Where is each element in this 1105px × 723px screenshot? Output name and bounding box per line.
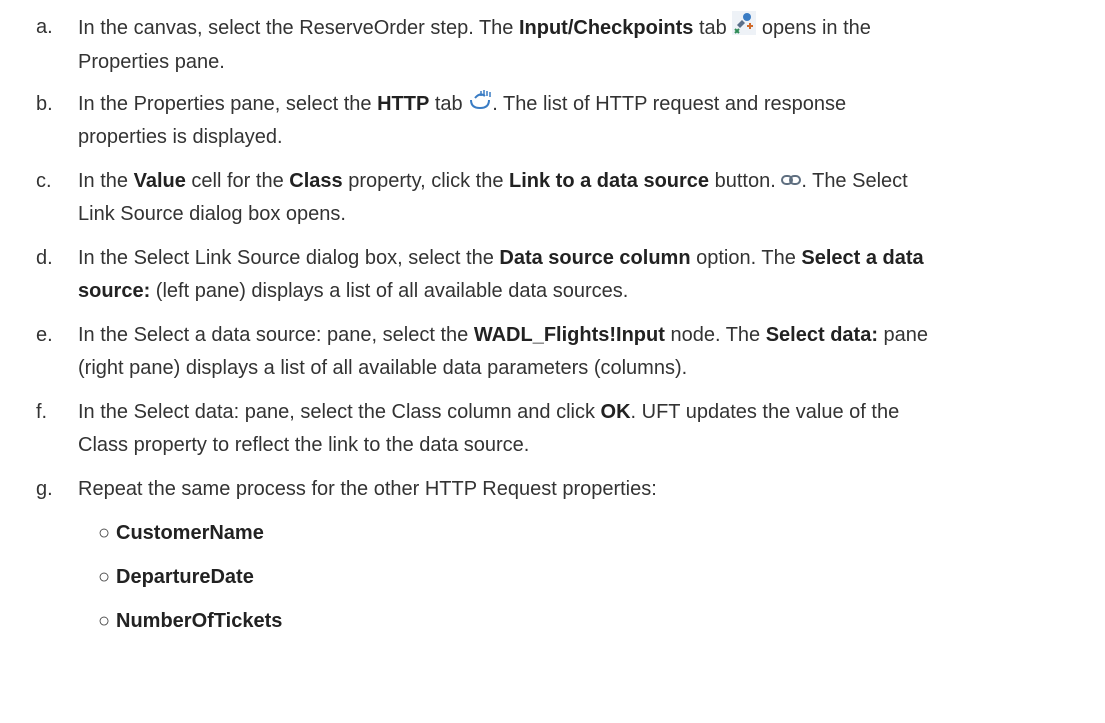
document: a. In the canvas, select the ReserveOrde… [0, 0, 1105, 723]
ui-term: Select data: [765, 324, 878, 346]
ui-term: Link to a data source [509, 170, 710, 192]
bullet-icon: ○ [98, 522, 111, 544]
ui-term: source: [78, 280, 151, 302]
link-chain-icon [781, 165, 802, 198]
input-checkpoints-icon [732, 11, 757, 46]
bullet-icon: ○ [98, 566, 111, 588]
step-letter: c. [36, 170, 52, 192]
list-item: ○ NumberOfTickets [98, 605, 282, 638]
step-text: In the Select a data source: pane, selec… [78, 324, 929, 379]
step-letter: g. [36, 478, 53, 500]
step-text: In the Properties pane, select the HTTP … [78, 88, 1090, 154]
ui-term: Select a data [801, 247, 924, 269]
step-letter: e. [36, 324, 53, 346]
step-text: In the canvas, select the ReserveOrder s… [78, 11, 1090, 79]
step-letter: a. [36, 16, 53, 38]
step-letter: f. [36, 401, 48, 423]
step-text: In the Value cell for the Class property… [78, 165, 1090, 231]
ui-term: OK [600, 401, 631, 423]
ui-term: Data source column [499, 247, 691, 269]
step-text: In the Select Link Source dialog box, se… [78, 247, 924, 302]
step-text: Repeat the same process for the other HT… [78, 478, 657, 500]
list-item: ○ DepartureDate [98, 561, 254, 594]
step-text: In the Select data: pane, select the Cla… [78, 401, 900, 456]
ui-term: Value [133, 170, 186, 192]
http-icon [468, 88, 492, 121]
bullet-icon: ○ [98, 610, 111, 632]
ui-term: Input/Checkpoints [518, 16, 694, 39]
list-item: ○ CustomerName [98, 517, 264, 550]
step-letter: b. [36, 93, 53, 115]
ui-term: WADL_Flights!Input [473, 324, 665, 346]
step-letter: d. [36, 247, 53, 269]
ui-term: HTTP [377, 93, 430, 115]
ui-term: Class [289, 170, 343, 192]
